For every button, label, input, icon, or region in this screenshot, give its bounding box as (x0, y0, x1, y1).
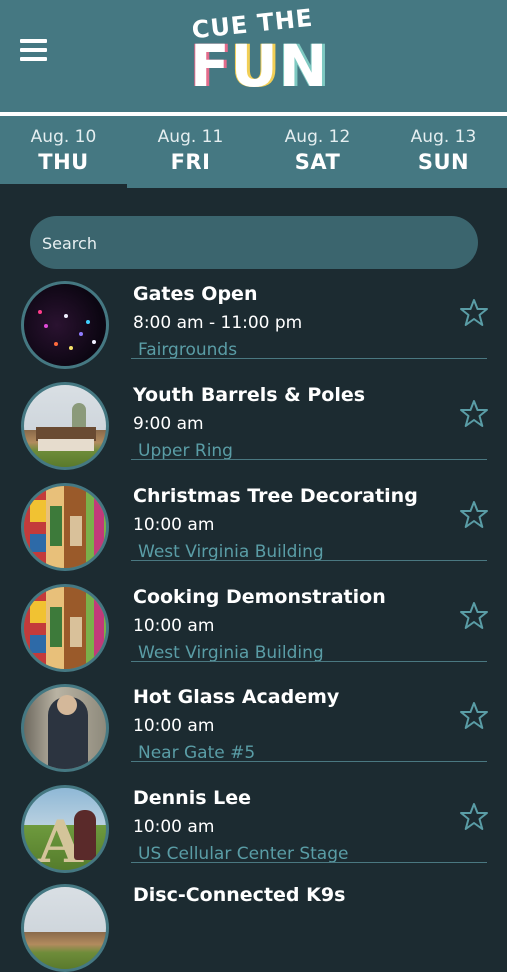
event-row[interactable]: Gates Open 8:00 am - 11:00 pm Fairground… (0, 270, 507, 371)
favorite-star-icon[interactable] (459, 802, 489, 832)
event-location: Upper Ring (138, 441, 233, 461)
row-divider (131, 358, 487, 359)
tab-date: Aug. 13 (410, 127, 477, 147)
tab-fri[interactable]: Aug. 11 FRI (127, 116, 254, 188)
tab-date: Aug. 12 (284, 127, 351, 147)
favorite-star-icon[interactable] (459, 500, 489, 530)
row-divider (131, 560, 487, 561)
tab-thu[interactable]: Aug. 10 THU (0, 116, 127, 188)
row-divider (131, 862, 487, 863)
event-time: 10:00 am (133, 616, 215, 636)
event-thumbnail: A (21, 785, 109, 873)
favorite-star-icon[interactable] (459, 601, 489, 631)
event-thumbnail (21, 382, 109, 470)
menu-icon[interactable] (20, 39, 47, 61)
row-divider (131, 459, 487, 460)
event-location: Fairgrounds (138, 340, 238, 360)
tab-sun[interactable]: Aug. 13 SUN (380, 116, 507, 188)
favorite-star-icon[interactable] (459, 298, 489, 328)
event-thumbnail (21, 281, 109, 369)
tab-sat[interactable]: Aug. 12 SAT (254, 116, 381, 188)
event-title: Dennis Lee (133, 787, 252, 809)
favorite-star-icon[interactable] (459, 399, 489, 429)
event-location: West Virginia Building (138, 643, 324, 663)
event-row[interactable]: Christmas Tree Decorating 10:00 am West … (0, 472, 507, 573)
tab-day: FRI (170, 150, 211, 174)
event-thumbnail (21, 684, 109, 772)
event-title: Hot Glass Academy (133, 686, 340, 708)
row-divider (131, 661, 487, 662)
event-title: Christmas Tree Decorating (133, 485, 418, 507)
tab-day: THU (38, 150, 89, 174)
event-thumbnail (21, 584, 109, 672)
event-location: US Cellular Center Stage (138, 844, 349, 864)
search-bar (30, 216, 478, 271)
event-title[interactable]: Disc-Connected K9s (133, 884, 345, 906)
favorite-star-icon[interactable] (459, 701, 489, 731)
event-location: West Virginia Building (138, 542, 324, 562)
event-time: 9:00 am (133, 414, 204, 434)
event-title: Youth Barrels & Poles (133, 384, 366, 406)
logo-main-text: FUN (190, 32, 329, 100)
event-time: 8:00 am - 11:00 pm (133, 313, 303, 333)
app-header: CUE THE FUN (0, 0, 507, 112)
date-tabs: Aug. 10 THU Aug. 11 FRI Aug. 12 SAT Aug.… (0, 116, 507, 188)
selected-tab-indicator (0, 184, 127, 188)
event-location: Near Gate #5 (138, 743, 256, 763)
tab-day: SAT (294, 150, 341, 174)
tab-date: Aug. 10 (30, 127, 97, 147)
app-logo: CUE THE FUN (190, 4, 329, 106)
event-time: 10:00 am (133, 515, 215, 535)
tab-day: SUN (417, 150, 470, 174)
event-title: Gates Open (133, 283, 258, 305)
event-row[interactable]: Youth Barrels & Poles 9:00 am Upper Ring (0, 371, 507, 472)
event-thumbnail (21, 483, 109, 571)
event-row[interactable]: A Dennis Lee 10:00 am US Cellular Center… (0, 774, 507, 875)
event-row[interactable]: Cooking Demonstration 10:00 am West Virg… (0, 573, 507, 674)
event-time: 10:00 am (133, 716, 215, 736)
event-title: Cooking Demonstration (133, 586, 386, 608)
search-input[interactable] (40, 216, 464, 271)
tab-date: Aug. 11 (157, 127, 224, 147)
event-thumbnail[interactable] (21, 884, 109, 972)
event-row[interactable]: Hot Glass Academy 10:00 am Near Gate #5 (0, 673, 507, 774)
row-divider (131, 761, 487, 762)
event-time: 10:00 am (133, 817, 215, 837)
